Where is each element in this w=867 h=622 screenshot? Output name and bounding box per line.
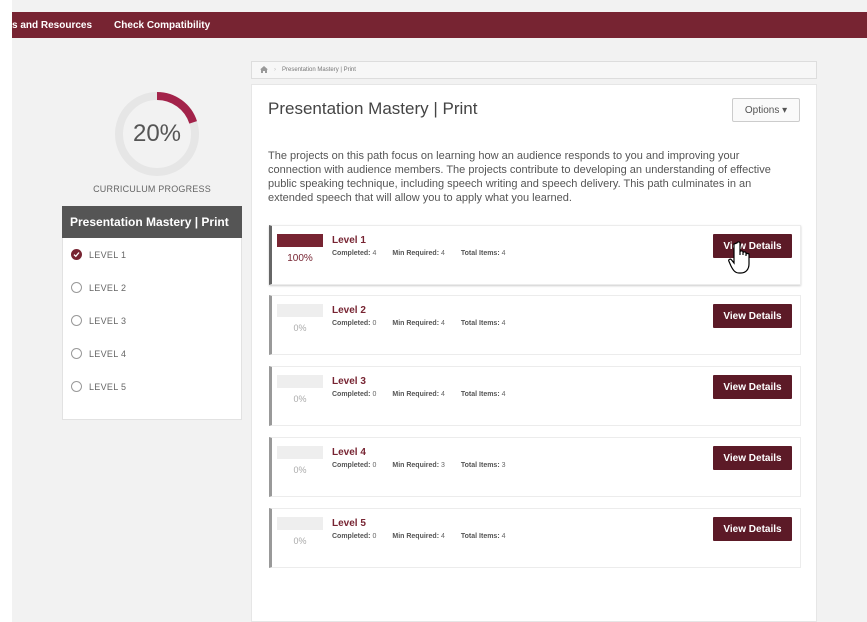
progress-percent: 20% xyxy=(132,120,182,147)
total-items-value: 3 xyxy=(501,462,506,469)
min-required-label: Min Required: xyxy=(392,320,440,327)
level-stats: Completed: 0 Min Required: 4 Total Items: … xyxy=(332,391,522,398)
min-required-value: 4 xyxy=(440,391,445,398)
completed-value: 0 xyxy=(372,533,377,540)
level-percent: 0% xyxy=(293,394,307,404)
min-required-value: 4 xyxy=(440,320,445,327)
min-required-label: Min Required: xyxy=(392,462,440,469)
completed-value: 4 xyxy=(372,250,377,257)
level-stats: Completed: 4 Min Required: 4 Total Items: … xyxy=(332,250,522,257)
level-progress-bar xyxy=(277,446,323,459)
nav-check-compatibility-link[interactable]: Check Compatibility xyxy=(114,20,210,31)
radio-icon xyxy=(71,381,82,392)
view-details-button[interactable]: View Details xyxy=(713,446,792,470)
completed-label: Completed: xyxy=(332,533,371,540)
radio-icon xyxy=(71,315,82,326)
min-required-label: Min Required: xyxy=(392,250,440,257)
min-required-label: Min Required: xyxy=(392,391,440,398)
level-sidebar: Presentation Mastery | Print LEVEL 1 LEV… xyxy=(62,206,242,420)
level-percent: 0% xyxy=(293,323,307,333)
level-name: Level 5 xyxy=(332,518,366,529)
level-name: Level 2 xyxy=(332,305,366,316)
level-card: 0% Level 2 Completed: 0 Min Required: 4 Tota… xyxy=(269,295,801,355)
level-stats: Completed: 0 Min Required: 3 Total Items: … xyxy=(332,462,522,469)
sidebar-item-label: LEVEL 5 xyxy=(89,381,127,392)
level-card: 100% Level 1 Completed: 4 Min Required: 4 To… xyxy=(269,225,801,285)
level-card: 0% Level 4 Completed: 0 Min Required: 3 Tota… xyxy=(269,437,801,497)
radio-icon xyxy=(71,282,82,293)
level-name: Level 3 xyxy=(332,376,366,387)
nav-resources-link[interactable]: s and Resources xyxy=(12,20,92,31)
sidebar-item-label: LEVEL 2 xyxy=(89,282,127,293)
completed-value: 0 xyxy=(372,320,377,327)
level-progress-bar xyxy=(277,304,323,317)
min-required-value: 4 xyxy=(440,250,445,257)
total-items-label: Total Items: xyxy=(460,462,500,469)
sidebar-item-level-2[interactable]: LEVEL 2 xyxy=(63,271,241,304)
min-required-value: 3 xyxy=(440,462,445,469)
level-progress-bar xyxy=(277,517,323,530)
level-percent: 100% xyxy=(287,253,313,264)
view-details-button[interactable]: View Details xyxy=(713,517,792,541)
completed-label: Completed: xyxy=(332,391,371,398)
completed-label: Completed: xyxy=(332,320,371,327)
level-name: Level 1 xyxy=(332,235,366,246)
level-percent: 0% xyxy=(293,465,307,475)
radio-icon xyxy=(71,348,82,359)
total-items-value: 4 xyxy=(501,250,506,257)
min-required-value: 4 xyxy=(440,533,445,540)
sidebar-item-label: LEVEL 1 xyxy=(89,249,127,260)
completed-label: Completed: xyxy=(332,250,371,257)
sidebar-item-level-5[interactable]: LEVEL 5 xyxy=(63,370,241,403)
total-items-value: 4 xyxy=(501,391,506,398)
completed-value: 0 xyxy=(372,391,377,398)
level-name: Level 4 xyxy=(332,447,366,458)
total-items-value: 4 xyxy=(501,320,506,327)
sidebar-item-label: LEVEL 4 xyxy=(89,348,127,359)
level-progress-bar xyxy=(277,375,323,388)
level-stats: Completed: 0 Min Required: 4 Total Items: … xyxy=(332,320,522,327)
page-title: Presentation Mastery | Print xyxy=(268,99,478,118)
level-progress-fill xyxy=(277,234,323,247)
total-items-label: Total Items: xyxy=(460,320,500,327)
sidebar-item-level-3[interactable]: LEVEL 3 xyxy=(63,304,241,337)
level-card: 0% Level 5 Completed: 0 Min Required: 4 Tota… xyxy=(269,508,801,568)
hand-cursor-icon xyxy=(728,241,758,280)
sidebar-item-level-4[interactable]: LEVEL 4 xyxy=(63,337,241,370)
breadcrumb-separator: › xyxy=(274,67,276,73)
min-required-label: Min Required: xyxy=(392,533,440,540)
left-edge xyxy=(0,0,12,622)
total-items-value: 4 xyxy=(501,533,506,540)
completed-label: Completed: xyxy=(332,462,371,469)
level-progress-bar xyxy=(277,234,323,247)
level-card: 0% Level 3 Completed: 0 Min Required: 4 Tota… xyxy=(269,366,801,426)
total-items-label: Total Items: xyxy=(460,391,500,398)
total-items-label: Total Items: xyxy=(460,533,500,540)
sidebar-item-level-1[interactable]: LEVEL 1 xyxy=(63,238,241,271)
options-dropdown-button[interactable]: Options ▾ xyxy=(732,98,800,122)
completed-value: 0 xyxy=(372,462,377,469)
sidebar-item-label: LEVEL 3 xyxy=(89,315,127,326)
sidebar-title: Presentation Mastery | Print xyxy=(62,206,242,238)
home-icon[interactable] xyxy=(260,65,268,75)
curriculum-progress-ring: 20% xyxy=(112,89,202,179)
curriculum-progress-label: CURRICULUM PROGRESS xyxy=(93,184,211,194)
level-stats: Completed: 0 Min Required: 4 Total Items: … xyxy=(332,533,522,540)
total-items-label: Total Items: xyxy=(460,250,500,257)
breadcrumb-current: Presentation Mastery | Print xyxy=(282,67,356,73)
check-icon xyxy=(71,249,82,260)
top-navbar: s and Resources Check Compatibility xyxy=(12,12,867,38)
view-details-button[interactable]: View Details xyxy=(713,375,792,399)
level-percent: 0% xyxy=(293,536,307,546)
view-details-button[interactable]: View Details xyxy=(713,304,792,328)
breadcrumb: › Presentation Mastery | Print xyxy=(251,61,817,79)
path-description: The projects on this path focus on learn… xyxy=(268,150,771,204)
